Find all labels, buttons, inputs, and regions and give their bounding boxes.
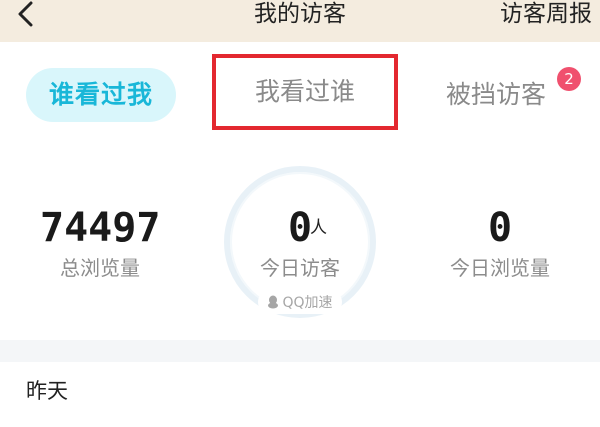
total-views-value: 74497 bbox=[40, 205, 161, 251]
weekly-report-link[interactable]: 访客周报 bbox=[500, 0, 592, 28]
tab-who-i-viewed[interactable]: 我看过谁 bbox=[212, 54, 398, 130]
total-views-label: 总浏览量 bbox=[60, 256, 140, 280]
qq-boost-button[interactable]: QQ加速 bbox=[258, 290, 342, 314]
stats-panel: 74497 总浏览量 0 人 今日访客 QQ加速 0 今日浏览量 bbox=[0, 160, 600, 330]
visitor-tabs: 谁看过我 我看过谁 被挡访客 bbox=[0, 54, 600, 144]
section-divider bbox=[0, 340, 600, 362]
qq-boost-label: QQ加速 bbox=[282, 295, 333, 311]
section-title-yesterday: 昨天 bbox=[26, 379, 68, 403]
today-views-label: 今日浏览量 bbox=[450, 256, 550, 280]
blocked-visitors-badge: 2 bbox=[557, 67, 581, 91]
top-bar: 我的访客 访客周报 bbox=[0, 0, 600, 42]
today-views-value: 0 bbox=[487, 205, 513, 251]
today-visitors-unit: 人 bbox=[310, 218, 327, 238]
today-visitors-label: 今日访客 bbox=[260, 256, 340, 280]
tab-who-viewed-me[interactable]: 谁看过我 bbox=[26, 68, 176, 122]
penguin-icon bbox=[268, 295, 279, 309]
tab-blocked-visitors[interactable]: 被挡访客 bbox=[446, 80, 546, 110]
